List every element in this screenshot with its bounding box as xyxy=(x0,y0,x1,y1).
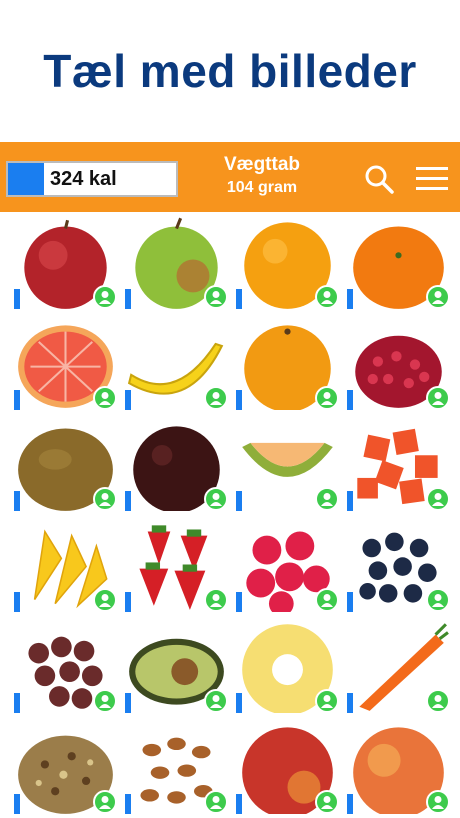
portion-level-bar xyxy=(236,491,242,511)
food-tile-mango-slices[interactable] xyxy=(10,515,121,616)
goal-label-group[interactable]: Vægttab 104 gram xyxy=(212,154,312,198)
food-tile-kiwi[interactable] xyxy=(10,414,121,515)
portion-level-bar xyxy=(125,794,131,814)
person-portion-icon[interactable] xyxy=(204,689,228,713)
person-portion-icon[interactable] xyxy=(93,386,117,410)
person-portion-icon[interactable] xyxy=(204,386,228,410)
portion-level-bar xyxy=(14,693,20,713)
food-grid xyxy=(0,212,460,818)
food-tile-pineapple-ring[interactable] xyxy=(232,616,343,717)
food-tile-peach[interactable] xyxy=(343,717,454,818)
portion-level-bar xyxy=(14,491,20,511)
portion-level-bar xyxy=(14,289,20,309)
calorie-counter[interactable]: 324 kal xyxy=(6,161,178,197)
food-tile-papaya-cubes[interactable] xyxy=(343,414,454,515)
portion-level-bar xyxy=(347,592,353,612)
person-portion-icon[interactable] xyxy=(93,487,117,511)
food-tile-plum[interactable] xyxy=(121,414,232,515)
food-tile-orange-2[interactable] xyxy=(232,313,343,414)
portion-level-bar xyxy=(347,289,353,309)
app-title: Tæl med billeder xyxy=(43,45,417,97)
person-portion-icon[interactable] xyxy=(93,790,117,814)
person-portion-icon[interactable] xyxy=(315,790,339,814)
food-tile-grapes[interactable] xyxy=(10,616,121,717)
food-tile-grapefruit-half[interactable] xyxy=(10,313,121,414)
person-portion-icon[interactable] xyxy=(93,689,117,713)
food-tile-avocado-half[interactable] xyxy=(121,616,232,717)
hamburger-menu-icon xyxy=(416,167,448,190)
portion-level-bar xyxy=(347,794,353,814)
portion-level-bar xyxy=(347,390,353,410)
food-tile-pomegranate-seeds[interactable] xyxy=(343,313,454,414)
portion-level-bar xyxy=(14,592,20,612)
person-portion-icon[interactable] xyxy=(204,790,228,814)
portion-level-bar xyxy=(14,390,20,410)
search-button[interactable] xyxy=(362,162,396,196)
portion-level-bar xyxy=(236,289,242,309)
portion-level-bar xyxy=(125,693,131,713)
person-portion-icon[interactable] xyxy=(426,285,450,309)
person-portion-icon[interactable] xyxy=(426,689,450,713)
person-portion-icon[interactable] xyxy=(204,588,228,612)
food-tile-muesli[interactable] xyxy=(10,717,121,818)
person-portion-icon[interactable] xyxy=(315,689,339,713)
food-tile-mandarin[interactable] xyxy=(343,212,454,313)
food-tile-nectarine[interactable] xyxy=(232,717,343,818)
portion-level-bar xyxy=(236,693,242,713)
portion-level-bar xyxy=(236,592,242,612)
food-tile-blueberries[interactable] xyxy=(343,515,454,616)
food-tile-green-apple[interactable] xyxy=(121,212,232,313)
search-icon xyxy=(365,165,394,194)
portion-level-bar xyxy=(125,592,131,612)
person-portion-icon[interactable] xyxy=(93,588,117,612)
toolbar: 324 kal Vægttab 104 gram xyxy=(0,142,460,212)
portion-level-bar xyxy=(125,390,131,410)
person-portion-icon[interactable] xyxy=(315,487,339,511)
person-portion-icon[interactable] xyxy=(93,285,117,309)
person-portion-icon[interactable] xyxy=(204,487,228,511)
food-tile-red-apple[interactable] xyxy=(10,212,121,313)
calorie-value: 324 kal xyxy=(50,167,117,190)
person-portion-icon[interactable] xyxy=(426,588,450,612)
food-tile-carrot[interactable] xyxy=(343,616,454,717)
portion-level-bar xyxy=(236,390,242,410)
food-tile-almonds[interactable] xyxy=(121,717,232,818)
portion-level-bar xyxy=(125,289,131,309)
food-tile-orange[interactable] xyxy=(232,212,343,313)
person-portion-icon[interactable] xyxy=(315,285,339,309)
person-portion-icon[interactable] xyxy=(426,386,450,410)
person-portion-icon[interactable] xyxy=(426,487,450,511)
portion-level-bar xyxy=(125,491,131,511)
person-portion-icon[interactable] xyxy=(315,386,339,410)
food-tile-strawberries[interactable] xyxy=(121,515,232,616)
portion-level-bar xyxy=(236,794,242,814)
menu-button[interactable] xyxy=(414,162,450,196)
portion-level-bar xyxy=(347,491,353,511)
calorie-progress-fill xyxy=(8,163,44,195)
goal-amount: 104 gram xyxy=(226,179,298,196)
person-portion-icon[interactable] xyxy=(315,588,339,612)
person-portion-icon[interactable] xyxy=(426,790,450,814)
food-tile-melon-slice[interactable] xyxy=(232,414,343,515)
header: Tæl med billeder xyxy=(0,0,460,142)
person-portion-icon[interactable] xyxy=(204,285,228,309)
food-tile-raspberries[interactable] xyxy=(232,515,343,616)
portion-level-bar xyxy=(14,794,20,814)
goal-label: Vægttab xyxy=(224,154,300,175)
portion-level-bar xyxy=(347,693,353,713)
food-tile-banana[interactable] xyxy=(121,313,232,414)
